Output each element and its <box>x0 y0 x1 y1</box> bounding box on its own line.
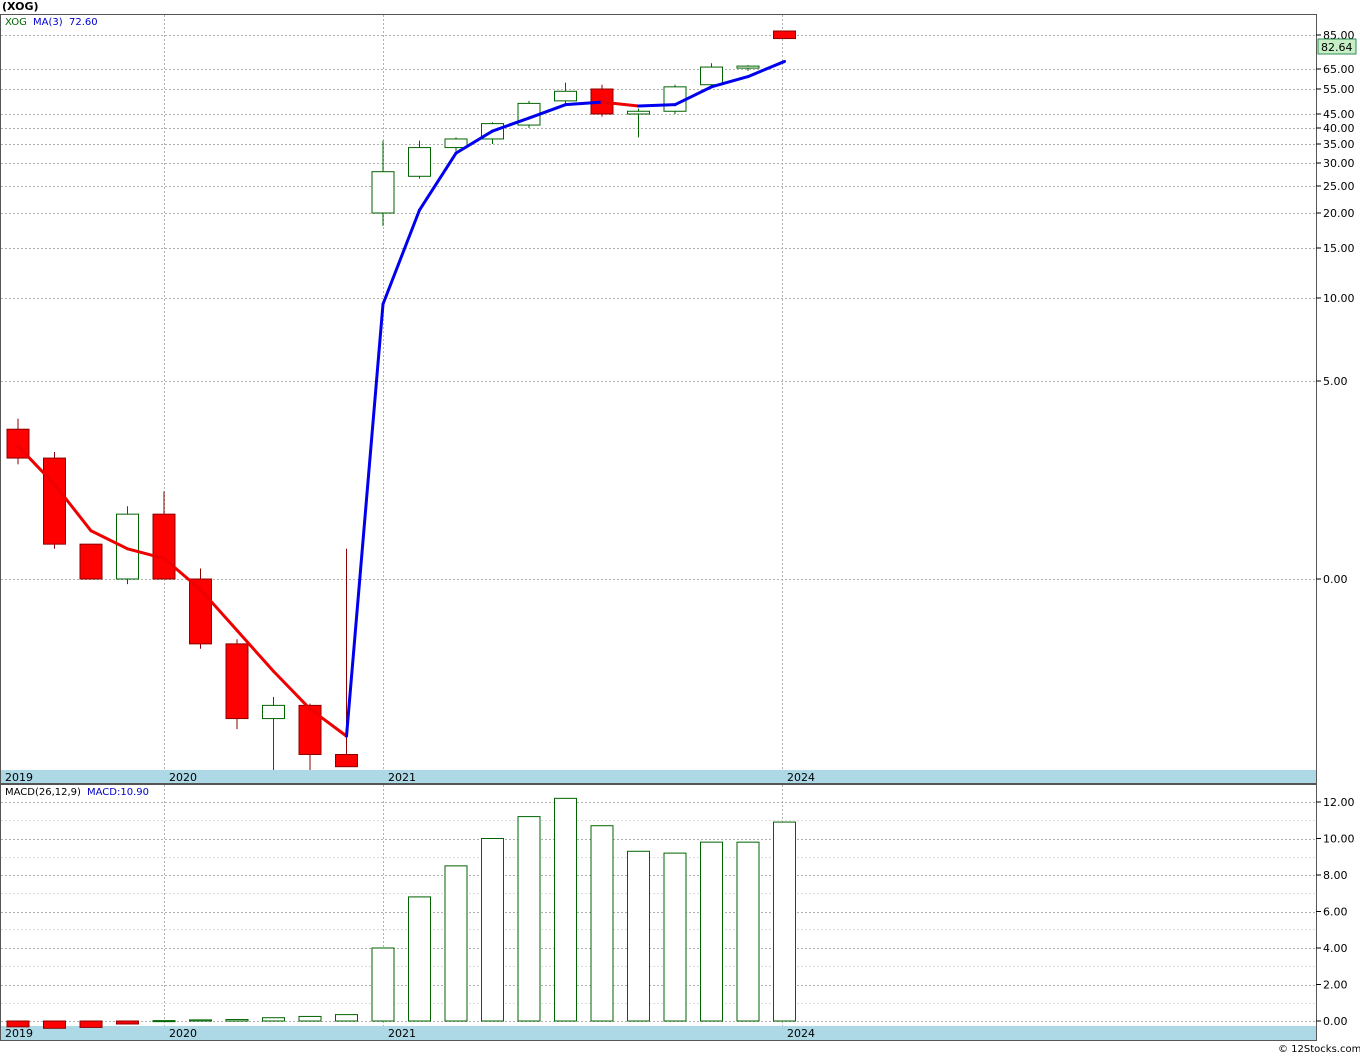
macd-y-tick-label: 2.00 <box>1323 979 1348 992</box>
macd-legend-label: MACD(26,12,9) <box>5 787 81 798</box>
macd-x-axis-band <box>1 1026 1316 1040</box>
price-y-tick-label: 10.00 <box>1323 292 1355 305</box>
ma-segment <box>345 302 385 738</box>
candle-body <box>335 753 358 768</box>
candle-body <box>152 513 176 580</box>
candle-body <box>773 30 796 40</box>
macd-bar <box>700 841 723 1022</box>
macd-bar <box>663 852 687 1022</box>
macd-y-tick-labels: 12.00 10.00 8.00 6.00 4.00 2.00 0.00 <box>1316 796 1355 1028</box>
candle-body <box>700 66 723 86</box>
price-legend-ma-label: MA(3) <box>33 17 63 28</box>
macd-bar <box>6 1020 30 1028</box>
price-x-axis-band <box>1 770 1316 783</box>
price-grid <box>0 15 1316 770</box>
price-y-tick-label: 45.00 <box>1323 108 1355 121</box>
macd-bar <box>152 1020 176 1023</box>
macd-bar <box>298 1015 322 1022</box>
ma-segment <box>272 669 312 711</box>
ma-segment <box>381 208 421 306</box>
candle-body <box>79 543 103 580</box>
macd-bar <box>335 1014 358 1022</box>
price-x-tick-label: 2020 <box>169 771 197 784</box>
price-y-tick-label: 35.00 <box>1323 138 1355 151</box>
macd-bar <box>262 1017 285 1022</box>
price-legend-ticker: XOG <box>5 17 27 28</box>
macd-bar <box>554 797 577 1022</box>
macd-bar <box>517 816 541 1022</box>
price-y-tick-label: 55.00 <box>1323 83 1355 96</box>
macd-bar <box>79 1020 103 1028</box>
price-y-tick-label: 40.00 <box>1323 122 1355 135</box>
macd-bar <box>481 838 504 1022</box>
price-y-tick-label: 5.00 <box>1323 375 1348 388</box>
macd-bar <box>627 850 650 1022</box>
candle-body <box>371 171 395 214</box>
stock-chart: (XOG) XOG MA(3) 72.60 MACD(26,12,9) MACD… <box>0 0 1360 1055</box>
macd-bar <box>116 1020 139 1025</box>
macd-legend-value: MACD:10.90 <box>87 787 149 798</box>
candle-body <box>444 138 468 149</box>
macd-y-tick-label: 0.00 <box>1323 1015 1348 1028</box>
price-y-tick-labels: 85.0065.0055.0045.0040.0035.0030.0025.00… <box>1316 29 1355 586</box>
moving-average-line <box>16 59 786 738</box>
macd-bar <box>408 896 431 1022</box>
price-panel-frame <box>0 14 1317 784</box>
candle-body <box>408 147 431 177</box>
macd-bar <box>773 821 796 1022</box>
macd-bar <box>225 1019 249 1022</box>
macd-y-tick-label: 8.00 <box>1323 869 1348 882</box>
last-price-label: 82.64 <box>1321 41 1353 54</box>
price-x-tick-label: 2024 <box>787 771 815 784</box>
macd-y-tick-label: 10.00 <box>1323 833 1355 846</box>
candle-body <box>663 86 687 112</box>
price-y-tick-label: 0.00 <box>1323 573 1348 586</box>
macd-x-tick-label: 2021 <box>388 1027 416 1040</box>
candle-body <box>225 643 249 720</box>
macd-x-tick-label: 2024 <box>787 1027 815 1040</box>
macd-bar <box>371 947 395 1022</box>
macd-y-tick-label: 6.00 <box>1323 906 1348 919</box>
macd-bars <box>6 797 796 1029</box>
candle-body <box>43 457 66 545</box>
price-y-tick-label: 25.00 <box>1323 180 1355 193</box>
macd-y-tick-label: 4.00 <box>1323 942 1348 955</box>
macd-bar <box>43 1020 66 1029</box>
candlesticks <box>6 30 796 770</box>
macd-y-tick-label: 12.00 <box>1323 796 1355 809</box>
macd-bar <box>736 841 760 1022</box>
candle-body <box>627 110 650 115</box>
price-legend-ma-value: 72.60 <box>69 17 98 28</box>
macd-x-tick-label: 2019 <box>5 1027 33 1040</box>
candle-body <box>554 90 577 102</box>
macd-x-tick-label: 2020 <box>169 1027 197 1040</box>
price-y-tick-label: 20.00 <box>1323 207 1355 220</box>
macd-grid <box>0 785 1316 1026</box>
macd-bar <box>189 1019 212 1022</box>
price-y-tick-label: 65.00 <box>1323 63 1355 76</box>
footer-copyright: © 12Stocks.com <box>1278 1044 1360 1055</box>
macd-bar <box>590 825 614 1022</box>
candle-body <box>262 704 285 720</box>
chart-title: (XOG) <box>2 0 39 13</box>
macd-bar <box>444 865 468 1022</box>
price-x-tick-label: 2019 <box>5 771 33 784</box>
candle-body <box>298 704 322 755</box>
candle-body <box>736 65 760 69</box>
price-y-tick-label: 30.00 <box>1323 157 1355 170</box>
ma-segment <box>637 103 677 108</box>
price-y-tick-label: 15.00 <box>1323 242 1355 255</box>
price-x-tick-label: 2021 <box>388 771 416 784</box>
